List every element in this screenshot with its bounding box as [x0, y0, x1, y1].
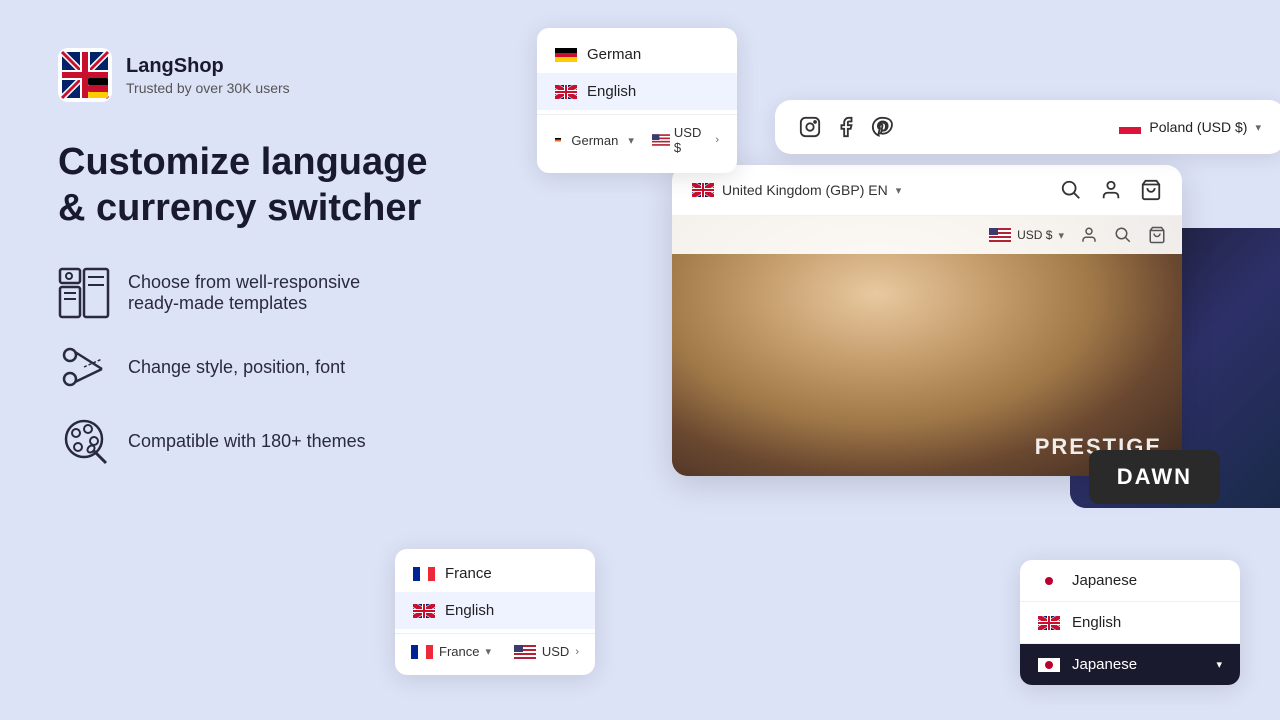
switcher-currency: USD $: [652, 125, 705, 155]
hero-currency-switcher[interactable]: USD $ ▾: [989, 226, 1064, 244]
lang-item-english-right[interactable]: English: [1020, 602, 1240, 644]
lang-german-label: German: [587, 46, 641, 63]
uk-flag-right-icon: [1038, 616, 1060, 630]
bottom-usd-label: USD: [542, 644, 569, 659]
uk-nav-flag-icon: [692, 183, 714, 197]
lang-right-footer[interactable]: Japanese ▾: [1020, 644, 1240, 685]
lang-japanese-label: Japanese: [1072, 572, 1137, 589]
store-hero-top-bar: USD $ ▾: [672, 216, 1182, 254]
lang-item-japanese[interactable]: Japanese: [1020, 560, 1240, 602]
switcher-currency-chevron: ›: [715, 134, 719, 146]
store-header-card: Poland (USD $) ▾: [775, 100, 1280, 154]
feature-themes-text: Compatible with 180+ themes: [128, 431, 366, 452]
bottom-left-language-dropdown: France English France ▾: [395, 549, 595, 675]
japan-flag-footer-icon: [1038, 658, 1060, 672]
lang-france-label: France: [445, 565, 492, 582]
brand: LangShop Trusted by over 30K users: [58, 48, 518, 102]
switcher-german-text: German: [571, 133, 618, 148]
hero-user-icon[interactable]: [1080, 226, 1098, 244]
social-icons: [799, 116, 893, 138]
style-icon: [58, 341, 110, 393]
country-switcher[interactable]: Poland (USD $) ▾: [1119, 119, 1261, 135]
store-nav: United Kingdom (GBP) EN ▾: [672, 165, 1182, 216]
hero-currency-chevron: ▾: [1058, 229, 1064, 242]
brand-name: LangShop: [126, 55, 290, 78]
lang-english-right-label: English: [1072, 614, 1121, 631]
german-flag-icon: [555, 48, 577, 62]
brand-text: LangShop Trusted by over 30K users: [126, 55, 290, 96]
bottom-france-label: France: [439, 644, 479, 659]
japan-flag-icon: [1038, 574, 1060, 588]
switcher-de-flag-icon: [555, 133, 561, 147]
uk-region-label: United Kingdom (GBP) EN: [722, 182, 888, 198]
search-icon[interactable]: [1060, 179, 1082, 201]
lang-footer-chevron: ▾: [1216, 658, 1222, 671]
hero-us-flag-icon: [989, 228, 1011, 242]
bottom-switcher-france[interactable]: France ▾: [411, 644, 491, 659]
pinterest-icon[interactable]: [871, 116, 893, 138]
uk-flag-icon: [555, 85, 577, 99]
features-list: Choose from well-responsiveready-made te…: [58, 267, 518, 467]
switcher-german-chevron: ▾: [628, 134, 634, 147]
bottom-france-chevron: ▾: [485, 645, 491, 658]
brand-logo-icon: [58, 48, 112, 102]
themes-icon: [58, 415, 110, 467]
headline: Customize language& currency switcher: [58, 140, 518, 231]
cart-icon[interactable]: [1140, 179, 1162, 201]
bottom-usd-chevron: ›: [575, 646, 579, 658]
france-flag-icon: [413, 567, 435, 581]
lang-item-english-bottom[interactable]: English: [395, 592, 595, 629]
facebook-icon[interactable]: [835, 116, 857, 138]
poland-flag-icon: [1119, 120, 1141, 134]
store-nav-actions: [1060, 179, 1162, 201]
lang-english-label: English: [587, 83, 636, 100]
dawn-card: DAWN: [1089, 450, 1220, 504]
uk-store-card: United Kingdom (GBP) EN ▾: [672, 165, 1182, 476]
lang-item-france[interactable]: France: [395, 555, 595, 592]
country-label: Poland (USD $): [1149, 119, 1247, 135]
left-panel: LangShop Trusted by over 30K users Custo…: [58, 48, 518, 467]
hero-currency-label: USD $: [1017, 228, 1052, 242]
user-icon[interactable]: [1100, 179, 1122, 201]
hero-cart-icon[interactable]: [1148, 226, 1166, 244]
top-language-dropdown: German English German ▾: [537, 28, 737, 173]
country-chevron: ▾: [1255, 121, 1261, 134]
feature-themes: Compatible with 180+ themes: [58, 415, 518, 467]
us-flag-icon: [652, 133, 670, 147]
instagram-icon[interactable]: [799, 116, 821, 138]
top-lang-switcher-bar: German ▾ USD $ ›: [537, 114, 737, 165]
dawn-label: DAWN: [1117, 464, 1192, 490]
brand-tagline: Trusted by over 30K users: [126, 80, 290, 96]
feature-style-text: Change style, position, font: [128, 357, 345, 378]
hero-search-icon[interactable]: [1114, 226, 1132, 244]
feature-templates: Choose from well-responsiveready-made te…: [58, 267, 518, 319]
lang-item-english[interactable]: English: [537, 73, 737, 110]
feature-style: Change style, position, font: [58, 341, 518, 393]
uk-flag-bottom-icon: [413, 604, 435, 618]
lang-japanese-footer-label: Japanese: [1072, 656, 1137, 673]
feature-templates-text: Choose from well-responsiveready-made te…: [128, 272, 360, 314]
bottom-lang-switcher-bar: France ▾ USD ›: [395, 633, 595, 669]
lang-english-bottom-label: English: [445, 602, 494, 619]
bottom-fr-flag-icon: [411, 645, 433, 659]
lang-item-german[interactable]: German: [537, 36, 737, 73]
uk-region-chevron: ▾: [896, 184, 902, 197]
store-hero-image: USD $ ▾ PRESTIGE: [672, 216, 1182, 476]
templates-icon: [58, 267, 110, 319]
bottom-right-language-dropdown: Japanese English Japanese ▾: [1020, 560, 1240, 685]
bottom-switcher-usd[interactable]: USD ›: [514, 644, 579, 659]
store-nav-region[interactable]: United Kingdom (GBP) EN ▾: [692, 182, 901, 198]
bottom-us-flag-icon: [514, 645, 536, 659]
